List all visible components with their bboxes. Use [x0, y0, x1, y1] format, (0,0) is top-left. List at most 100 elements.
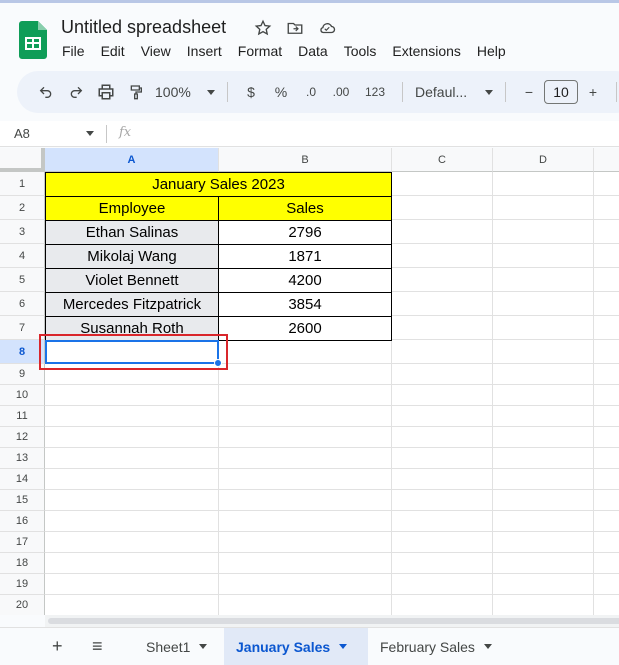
highlight-box	[39, 334, 228, 370]
zoom-select[interactable]: 100%	[151, 78, 219, 106]
menu-tools[interactable]: Tools	[344, 43, 377, 59]
menu-edit[interactable]: Edit	[101, 43, 125, 59]
sales-cell[interactable]: 2600	[219, 317, 392, 341]
sales-table: January Sales 2023 Employee Sales Ethan …	[45, 172, 392, 341]
row-header-4[interactable]: 4	[0, 244, 45, 268]
toolbar: 100% $ % .0 .00 123 Defaul... − 10 +	[17, 71, 619, 113]
font-family-select[interactable]: Defaul...	[411, 78, 497, 106]
toolbar-divider	[505, 82, 506, 102]
row-header-3[interactable]: 3	[0, 220, 45, 244]
formula-divider	[106, 125, 107, 143]
row-header-18[interactable]: 18	[0, 553, 45, 574]
column-header-a[interactable]: A	[45, 148, 219, 172]
grid-line	[492, 172, 493, 615]
row-header-15[interactable]: 15	[0, 490, 45, 511]
header-sales-cell[interactable]: Sales	[219, 197, 392, 221]
decrease-font-size-button[interactable]: −	[514, 78, 544, 106]
row-header-5[interactable]: 5	[0, 268, 45, 292]
sales-cell[interactable]: 2796	[219, 221, 392, 245]
row-header-2[interactable]: 2	[0, 196, 45, 220]
toolbar-divider	[616, 82, 617, 102]
grid-line	[45, 426, 619, 427]
print-icon[interactable]	[91, 78, 121, 106]
row-header-13[interactable]: 13	[0, 448, 45, 469]
tab-january-sales[interactable]: January Sales	[224, 628, 368, 665]
menu-file[interactable]: File	[62, 43, 85, 59]
all-sheets-list-icon[interactable]: ≡	[92, 628, 112, 665]
table-title-cell[interactable]: January Sales 2023	[45, 172, 392, 197]
row-header-6[interactable]: 6	[0, 292, 45, 316]
grid-line	[45, 405, 619, 406]
chevron-down-icon[interactable]	[483, 644, 492, 649]
toolbar-divider	[227, 82, 228, 102]
horizontal-scrollbar[interactable]	[45, 615, 619, 627]
menu-bar: File Edit View Insert Format Data Tools …	[62, 43, 522, 59]
currency-format-button[interactable]: $	[236, 78, 266, 106]
chevron-down-icon[interactable]	[339, 644, 348, 649]
name-box[interactable]: A8	[14, 126, 94, 141]
menu-view[interactable]: View	[141, 43, 171, 59]
column-header-b[interactable]: B	[219, 148, 392, 172]
paint-format-icon[interactable]	[121, 78, 151, 106]
increase-font-size-button[interactable]: +	[578, 78, 608, 106]
percent-format-button[interactable]: %	[266, 78, 296, 106]
employee-cell[interactable]: Mercedes Fitzpatrick	[45, 293, 219, 317]
grid-line	[45, 552, 619, 553]
tab-february-sales[interactable]: February Sales	[368, 628, 518, 665]
row-header-1[interactable]: 1	[0, 172, 45, 196]
add-sheet-button[interactable]: +	[52, 628, 72, 665]
column-header-d[interactable]: D	[493, 148, 594, 172]
more-formats-button[interactable]: 123	[356, 78, 394, 106]
title-actions	[252, 17, 338, 39]
menu-help[interactable]: Help	[477, 43, 506, 59]
grid-line	[593, 172, 594, 615]
grid-line	[45, 447, 619, 448]
increase-decimal-button[interactable]: .00	[326, 78, 356, 106]
move-folder-icon[interactable]	[284, 17, 306, 39]
grid-line	[45, 489, 619, 490]
grid-line	[45, 468, 619, 469]
sheet-tabs-bar: + ≡ Sheet1 January Sales February Sales	[0, 627, 619, 665]
menu-insert[interactable]: Insert	[187, 43, 222, 59]
select-all-corner[interactable]	[0, 148, 45, 172]
employee-cell[interactable]: Violet Bennett	[45, 269, 219, 293]
document-title[interactable]: Untitled spreadsheet	[61, 17, 226, 38]
star-icon[interactable]	[252, 17, 274, 39]
menu-extensions[interactable]: Extensions	[392, 43, 460, 59]
sales-cell[interactable]: 4200	[219, 269, 392, 293]
column-header-e[interactable]	[594, 148, 619, 172]
scrollbar-thumb[interactable]	[48, 618, 619, 624]
menu-data[interactable]: Data	[298, 43, 328, 59]
tab-sheet1[interactable]: Sheet1	[134, 628, 224, 665]
tab-label: Sheet1	[146, 638, 191, 655]
grid-line	[45, 510, 619, 511]
grid-line	[45, 384, 619, 385]
undo-icon[interactable]	[31, 78, 61, 106]
fx-icon: fx	[119, 125, 132, 140]
employee-cell[interactable]: Mikolaj Wang	[45, 245, 219, 269]
employee-cell[interactable]: Ethan Salinas	[45, 221, 219, 245]
spreadsheet-grid[interactable]: A B C D 1 2 3 4 5 6 7 8 9 10 11 12 13 14 15 16 17 18 19 20 …	[0, 148, 619, 615]
sales-cell[interactable]: 3854	[219, 293, 392, 317]
header-employee-cell[interactable]: Employee	[45, 197, 219, 221]
chevron-down-icon[interactable]	[86, 131, 94, 136]
row-header-11[interactable]: 11	[0, 406, 45, 427]
row-header-16[interactable]: 16	[0, 511, 45, 532]
sheets-logo-icon[interactable]	[19, 21, 47, 59]
row-header-14[interactable]: 14	[0, 469, 45, 490]
font-family-value: Defaul...	[415, 84, 468, 100]
row-header-17[interactable]: 17	[0, 532, 45, 553]
tab-label: January Sales	[236, 638, 331, 655]
redo-icon[interactable]	[61, 78, 91, 106]
decrease-decimal-button[interactable]: .0	[296, 78, 326, 106]
row-header-19[interactable]: 19	[0, 574, 45, 595]
column-header-c[interactable]: C	[392, 148, 493, 172]
cloud-status-icon[interactable]	[316, 17, 338, 39]
menu-format[interactable]: Format	[238, 43, 282, 59]
row-header-10[interactable]: 10	[0, 385, 45, 406]
sales-cell[interactable]: 1871	[219, 245, 392, 269]
font-size-input[interactable]: 10	[544, 80, 578, 104]
row-header-12[interactable]: 12	[0, 427, 45, 448]
row-header-20[interactable]: 20	[0, 595, 45, 615]
chevron-down-icon[interactable]	[199, 644, 208, 649]
